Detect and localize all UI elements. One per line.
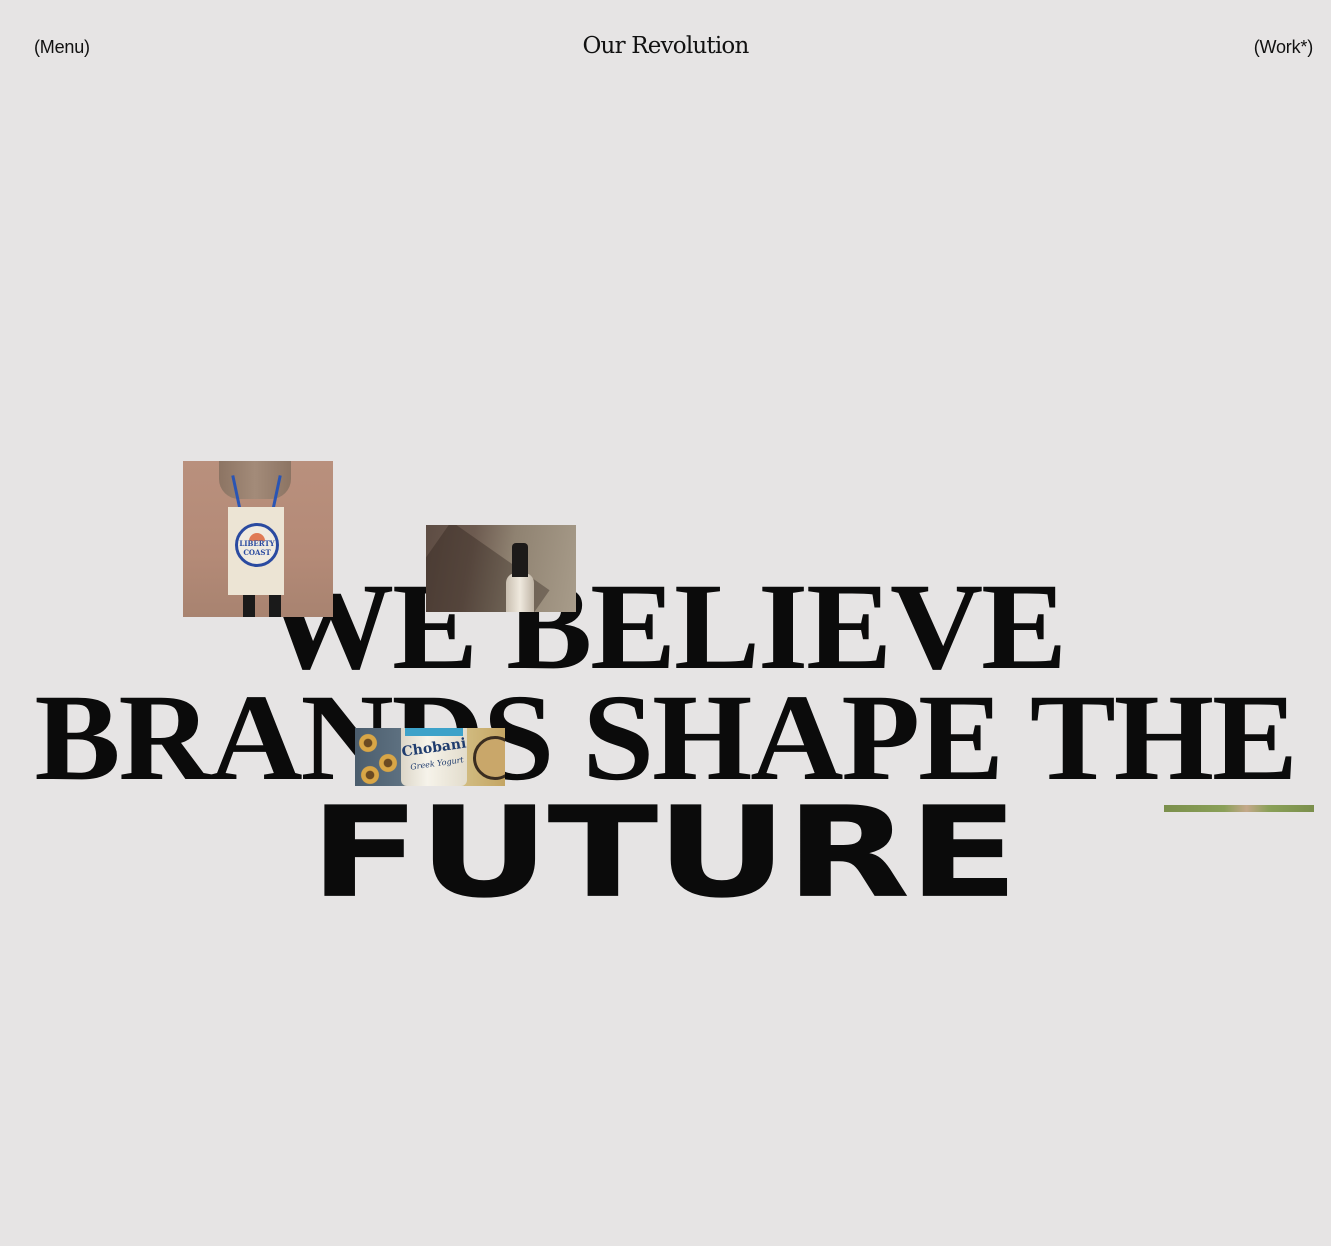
flower-icon <box>359 764 381 786</box>
green-image <box>1164 805 1314 812</box>
site-title[interactable]: Our Revolution <box>0 33 1331 59</box>
bottle-neck <box>512 543 528 577</box>
hero-headline-line-3: FUTURE <box>309 780 1018 927</box>
yogurt-image: Chobani Greek Yogurt <box>355 728 505 786</box>
leg-left <box>243 595 255 617</box>
bottle-image <box>426 525 576 612</box>
tote-bag-image: LIBERTY COAST <box>183 461 333 617</box>
work-button[interactable]: (Work*) <box>1254 37 1313 58</box>
bottle-body <box>506 573 534 612</box>
yogurt-cup-band <box>405 728 463 736</box>
tote-badge-text: LIBERTY COAST <box>239 539 275 557</box>
leg-right <box>269 595 281 617</box>
yogurt-lid <box>473 736 505 780</box>
flower-icon <box>357 732 379 754</box>
